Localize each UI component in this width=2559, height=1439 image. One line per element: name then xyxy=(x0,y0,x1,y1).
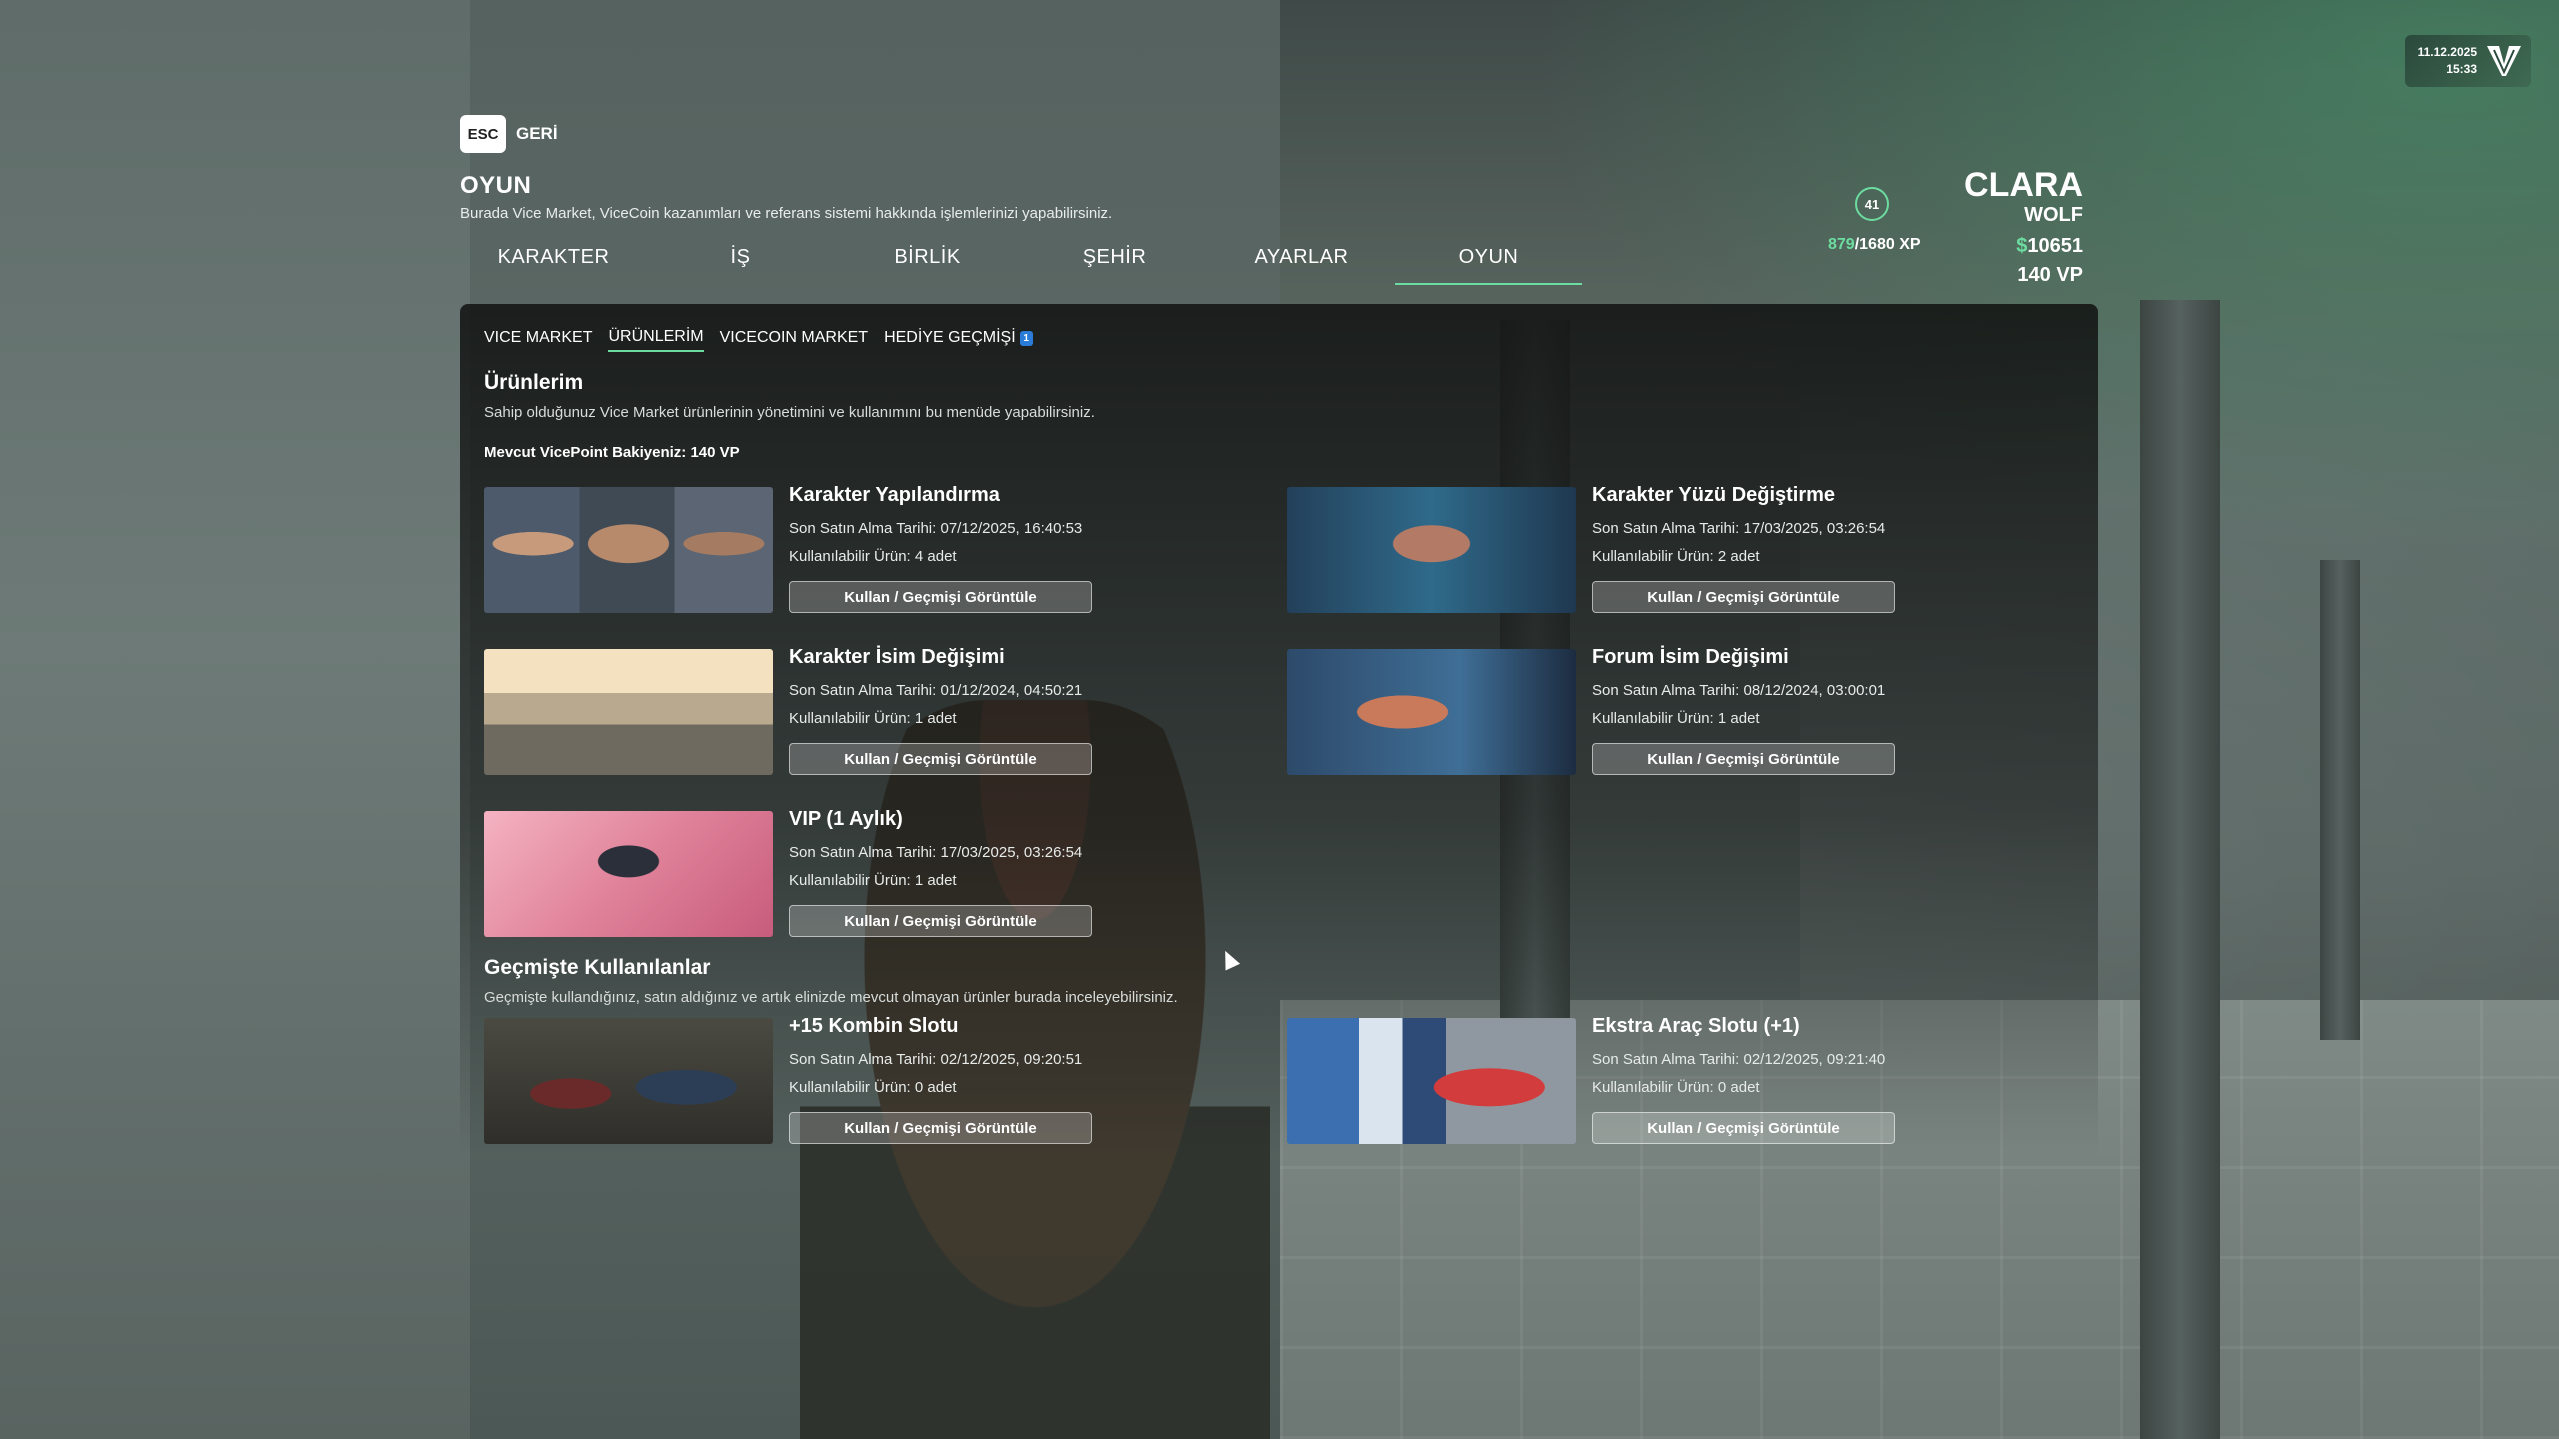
tab-karakter[interactable]: KARAKTER xyxy=(460,240,647,285)
product-quantity: Kullanılabilir Ürün: 2 adet xyxy=(1592,548,1760,565)
product-quantity: Kullanılabilir Ürün: 0 adet xyxy=(789,1079,957,1096)
product-image xyxy=(1287,487,1576,613)
xp-current: 879 xyxy=(1828,236,1855,253)
level-badge: 41 xyxy=(1855,187,1889,221)
hud-date: 11.12.2025 xyxy=(2417,45,2477,59)
back-label[interactable]: GERİ xyxy=(516,124,558,144)
product-card: Forum İsim Değişimi Son Satın Alma Tarih… xyxy=(1287,646,2047,775)
vp-balance: Mevcut VicePoint Bakiyeniz: 140 VP xyxy=(484,444,740,461)
tab-is[interactable]: İŞ xyxy=(647,240,834,285)
hud-clock: 11.12.2025 15:33 xyxy=(2405,35,2531,87)
subtab-vice-market[interactable]: VICE MARKET xyxy=(484,328,592,352)
product-image xyxy=(484,1018,773,1144)
product-card: Karakter İsim Değişimi Son Satın Alma Ta… xyxy=(484,646,1244,775)
tab-oyun[interactable]: OYUN xyxy=(1395,240,1582,285)
background-pillar xyxy=(2140,300,2220,1439)
subtab-label: VICECOIN MARKET xyxy=(719,329,869,346)
product-quantity: Kullanılabilir Ürün: 1 adet xyxy=(789,872,957,889)
history-title: Geçmişte Kullanılanlar xyxy=(484,956,711,979)
back-control[interactable]: ESC GERİ xyxy=(460,115,558,153)
hud-time: 15:33 xyxy=(2446,62,2477,76)
subtab-hediye-gecmisi[interactable]: HEDİYE GEÇMİŞİ 1 xyxy=(884,328,1033,352)
history-card: +15 Kombin Slotu Son Satın Alma Tarihi: … xyxy=(484,1015,1244,1144)
player-cash: $10651 xyxy=(1964,235,2083,258)
esc-key[interactable]: ESC xyxy=(460,115,506,153)
content-panel: VICE MARKET ÜRÜNLERİM VICECOIN MARKET HE… xyxy=(460,304,2098,1439)
product-purchase-date: Son Satın Alma Tarihi: 08/12/2024, 03:00… xyxy=(1592,682,1886,699)
product-image xyxy=(484,811,773,937)
product-quantity: Kullanılabilir Ürün: 1 adet xyxy=(789,710,957,727)
product-title: Karakter Yüzü Değiştirme xyxy=(1592,484,1836,506)
use-view-history-button[interactable]: Kullan / Geçmişi Görüntüle xyxy=(789,743,1092,775)
product-purchase-date: Son Satın Alma Tarihi: 02/12/2025, 09:20… xyxy=(789,1051,1083,1068)
products-title: Ürünlerim xyxy=(484,371,584,394)
history-description: Geçmişte kullandığınız, satın aldığınız … xyxy=(484,989,1178,1006)
main-nav: KARAKTER İŞ BİRLİK ŞEHİR AYARLAR OYUN xyxy=(460,240,1582,285)
history-card: Ekstra Araç Slotu (+1) Son Satın Alma Ta… xyxy=(1287,1015,2047,1144)
tab-ayarlar[interactable]: AYARLAR xyxy=(1208,240,1395,285)
notification-badge: 1 xyxy=(1019,330,1033,346)
background-pillar xyxy=(2320,560,2360,1040)
dollar-sign: $ xyxy=(2016,235,2028,257)
tab-birlik[interactable]: BİRLİK xyxy=(834,240,1021,285)
page-title: OYUN xyxy=(460,172,532,199)
product-title: Forum İsim Değişimi xyxy=(1592,646,1789,668)
xp-readout: 879/1680 XP xyxy=(1828,236,1921,254)
product-title: Karakter İsim Değişimi xyxy=(789,646,1005,668)
product-quantity: Kullanılabilir Ürün: 4 adet xyxy=(789,548,957,565)
player-last-name: WOLF xyxy=(2024,204,2083,226)
use-view-history-button[interactable]: Kullan / Geçmişi Görüntüle xyxy=(1592,1112,1895,1144)
sub-nav: VICE MARKET ÜRÜNLERİM VICECOIN MARKET HE… xyxy=(484,328,1033,352)
subtab-vicecoin-market[interactable]: VICECOIN MARKET xyxy=(720,328,868,352)
product-image xyxy=(1287,1018,1576,1144)
product-image xyxy=(484,487,773,613)
player-info: CLARA WOLF $10651 140 VP xyxy=(1964,166,2083,287)
player-first-name: CLARA xyxy=(1964,166,2083,204)
product-quantity: Kullanılabilir Ürün: 0 adet xyxy=(1592,1079,1760,1096)
use-view-history-button[interactable]: Kullan / Geçmişi Görüntüle xyxy=(1592,581,1895,613)
subtab-label: ÜRÜNLERİM xyxy=(608,328,704,345)
product-image xyxy=(484,649,773,775)
product-card: Karakter Yüzü Değiştirme Son Satın Alma … xyxy=(1287,484,2047,613)
product-title: Karakter Yapılandırma xyxy=(789,484,1000,506)
product-title: VIP (1 Aylık) xyxy=(789,808,903,830)
product-title: Ekstra Araç Slotu (+1) xyxy=(1592,1015,1800,1037)
product-purchase-date: Son Satın Alma Tarihi: 01/12/2024, 04:50… xyxy=(789,682,1083,699)
product-card: VIP (1 Aylık) Son Satın Alma Tarihi: 17/… xyxy=(484,808,1244,937)
use-view-history-button[interactable]: Kullan / Geçmişi Görüntüle xyxy=(789,581,1092,613)
product-purchase-date: Son Satın Alma Tarihi: 17/03/2025, 03:26… xyxy=(1592,520,1886,537)
background-wall xyxy=(0,0,470,1439)
page-description: Burada Vice Market, ViceCoin kazanımları… xyxy=(460,205,1113,222)
player-vp: 140 VP xyxy=(2017,264,2083,286)
product-purchase-date: Son Satın Alma Tarihi: 07/12/2025, 16:40… xyxy=(789,520,1083,537)
product-title: +15 Kombin Slotu xyxy=(789,1015,959,1037)
v-logo-icon xyxy=(2487,46,2521,76)
product-image xyxy=(1287,649,1576,775)
xp-total: /1680 XP xyxy=(1854,236,1921,253)
cash-amount: 10651 xyxy=(2027,235,2083,257)
product-quantity: Kullanılabilir Ürün: 1 adet xyxy=(1592,710,1760,727)
use-view-history-button[interactable]: Kullan / Geçmişi Görüntüle xyxy=(789,905,1092,937)
product-card: Karakter Yapılandırma Son Satın Alma Tar… xyxy=(484,484,1244,613)
products-description: Sahip olduğunuz Vice Market ürünlerinin … xyxy=(484,404,1095,421)
use-view-history-button[interactable]: Kullan / Geçmişi Görüntüle xyxy=(789,1112,1092,1144)
subtab-label: VICE MARKET xyxy=(484,329,593,346)
subtab-urunlerim[interactable]: ÜRÜNLERİM xyxy=(608,328,704,352)
use-view-history-button[interactable]: Kullan / Geçmişi Görüntüle xyxy=(1592,743,1895,775)
product-purchase-date: Son Satın Alma Tarihi: 02/12/2025, 09:21… xyxy=(1592,1051,1886,1068)
subtab-label: HEDİYE GEÇMİŞİ xyxy=(884,329,1016,346)
product-purchase-date: Son Satın Alma Tarihi: 17/03/2025, 03:26… xyxy=(789,844,1083,861)
tab-sehir[interactable]: ŞEHİR xyxy=(1021,240,1208,285)
